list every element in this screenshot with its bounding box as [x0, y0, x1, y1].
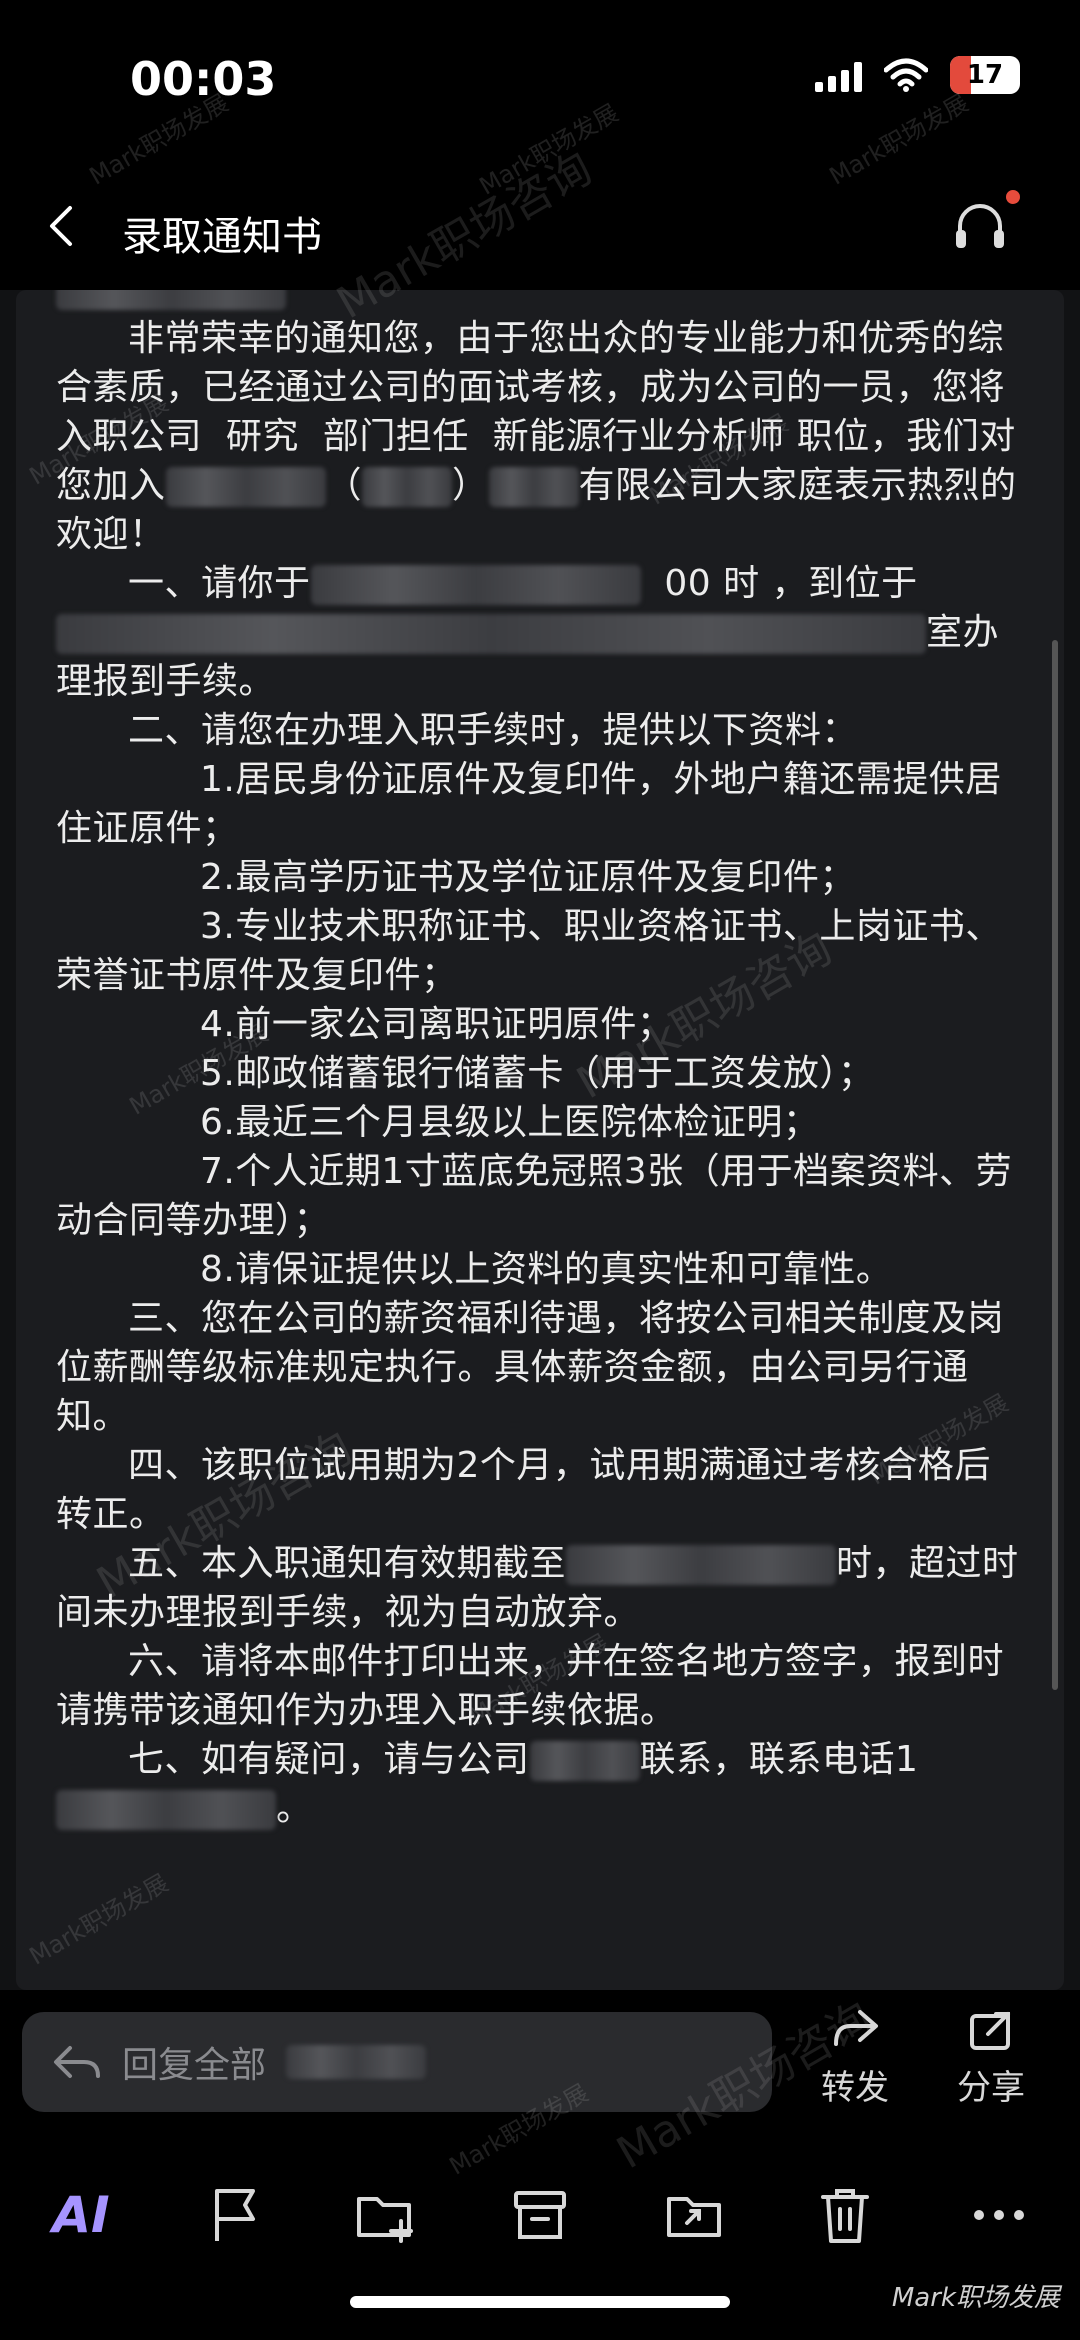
- page-title: 录取通知书: [122, 214, 322, 260]
- redacted-text: [56, 614, 926, 654]
- archive-button[interactable]: [505, 2180, 575, 2250]
- wifi-icon: [884, 58, 928, 92]
- list-item: 2.最高学历证书及学位证原件及复印件；: [200, 857, 856, 898]
- redacted-text: [165, 467, 326, 507]
- redacted-text: [529, 1741, 640, 1781]
- share-icon: [970, 2012, 1010, 2050]
- list-item: 1.居民身份证原件及复印件，外地户籍还需提供居住证原件；: [56, 759, 1002, 849]
- headset-icon[interactable]: [950, 196, 1010, 256]
- forward-icon: [834, 2010, 878, 2046]
- email-screen: 00:03 17 录取通知书 非常荣幸的通知您，由于您出众的专业能力和优秀的综合…: [0, 0, 1080, 2340]
- redacted-text: [310, 565, 641, 605]
- list-item: 5.邮政储蓄银行储蓄卡（用于工资发放）；: [200, 1053, 875, 1094]
- list-item: 7.个人近期1寸蓝底免冠照3张（用于档案资料、劳动合同等办理）；: [56, 1151, 1013, 1241]
- nav-bar: 录取通知书: [0, 160, 1080, 290]
- reply-bar: 回复全部 转发 分享: [0, 1990, 1080, 2140]
- cellular-signal-icon: [815, 58, 862, 92]
- redacted-text: [286, 2045, 427, 2079]
- email-body: 非常荣幸的通知您，由于您出众的专业能力和优秀的综合素质，已经通过公司的面试考核，…: [16, 290, 1064, 1990]
- reply-placeholder: 回复全部: [122, 2045, 267, 2086]
- ai-label: AI: [52, 2186, 110, 2244]
- status-bar: 00:03 17: [0, 0, 1080, 160]
- paragraph-5: 五、本入职通知有效期截至 时，超过时间未办理报到手续，视为自动放弃。: [56, 1543, 1019, 1633]
- paragraph-3: 三、您在公司的薪资福利待遇，将按公司相关制度及岗位薪酬等级标准规定执行。具体薪资…: [56, 1298, 1005, 1437]
- trash-icon: [821, 2189, 869, 2243]
- status-icons: 17: [815, 56, 1020, 94]
- paragraph-6: 六、请将本邮件打印出来，并在签名地方签字，报到时请携带该通知作为办理入职手续依据…: [56, 1641, 1005, 1731]
- share-button[interactable]: 分享: [936, 2008, 1046, 2109]
- battery-level: 17: [966, 60, 1004, 90]
- delete-button[interactable]: [810, 2180, 880, 2250]
- share-label: 分享: [957, 2068, 1025, 2108]
- list-item: 6.最近三个月县级以上医院体检证明；: [200, 1102, 820, 1143]
- forward-button[interactable]: 转发: [800, 2008, 910, 2109]
- redacted-text: [362, 467, 453, 507]
- reply-all-input[interactable]: 回复全部: [22, 2012, 772, 2112]
- more-icon: [974, 2210, 1024, 2220]
- notification-dot: [1006, 190, 1020, 204]
- paragraph-2: 二、请您在办理入职手续时，提供以下资料：: [128, 710, 859, 751]
- paragraph-intro: 非常荣幸的通知您，由于您出众的专业能力和优秀的综合素质，已经通过公司的面试考核，…: [56, 318, 1017, 555]
- battery-icon: 17: [950, 56, 1020, 94]
- flag-button[interactable]: [200, 2180, 270, 2250]
- forward-label: 转发: [821, 2068, 889, 2108]
- watermark-corner: Mark职场发展: [891, 2283, 1060, 2313]
- redacted-text: [566, 1545, 837, 1585]
- redacted-text: [488, 467, 579, 507]
- add-to-folder-button[interactable]: [350, 2180, 420, 2250]
- list-item: 3.专业技术职称证书、职业资格证书、上岗证书、荣誉证书原件及复印件；: [56, 906, 1002, 996]
- email-content: 非常荣幸的通知您，由于您出众的专业能力和优秀的综合素质，已经通过公司的面试考核，…: [56, 296, 1024, 1833]
- chevron-left-icon[interactable]: [40, 204, 84, 248]
- home-indicator[interactable]: [350, 2296, 730, 2308]
- paragraph-1: 一、请你于 00 时 ，到位于室办理报到手续。: [56, 563, 1000, 702]
- flag-icon: [215, 2189, 255, 2241]
- archive-icon: [514, 2191, 566, 2239]
- folder-add-icon: [357, 2197, 413, 2243]
- paragraph-7: 七、如有疑问，请与公司 联系，联系电话1。: [56, 1735, 1024, 1833]
- list-item: 8.请保证提供以上资料的真实性和可靠性。: [200, 1249, 893, 1290]
- list-item: 4.前一家公司离职证明原件；: [200, 1004, 674, 1045]
- more-button[interactable]: [964, 2180, 1034, 2250]
- status-time: 00:03: [130, 52, 277, 106]
- reply-all-icon: [54, 2046, 100, 2078]
- move-icon: [667, 2197, 721, 2237]
- redacted-text: [56, 1790, 276, 1830]
- move-button[interactable]: [660, 2180, 730, 2250]
- scrollbar[interactable]: [1052, 640, 1058, 1690]
- ai-button[interactable]: AI: [46, 2180, 116, 2250]
- paragraph-4: 四、该职位试用期为2个月，试用期满通过考核合格后转正。: [56, 1445, 991, 1535]
